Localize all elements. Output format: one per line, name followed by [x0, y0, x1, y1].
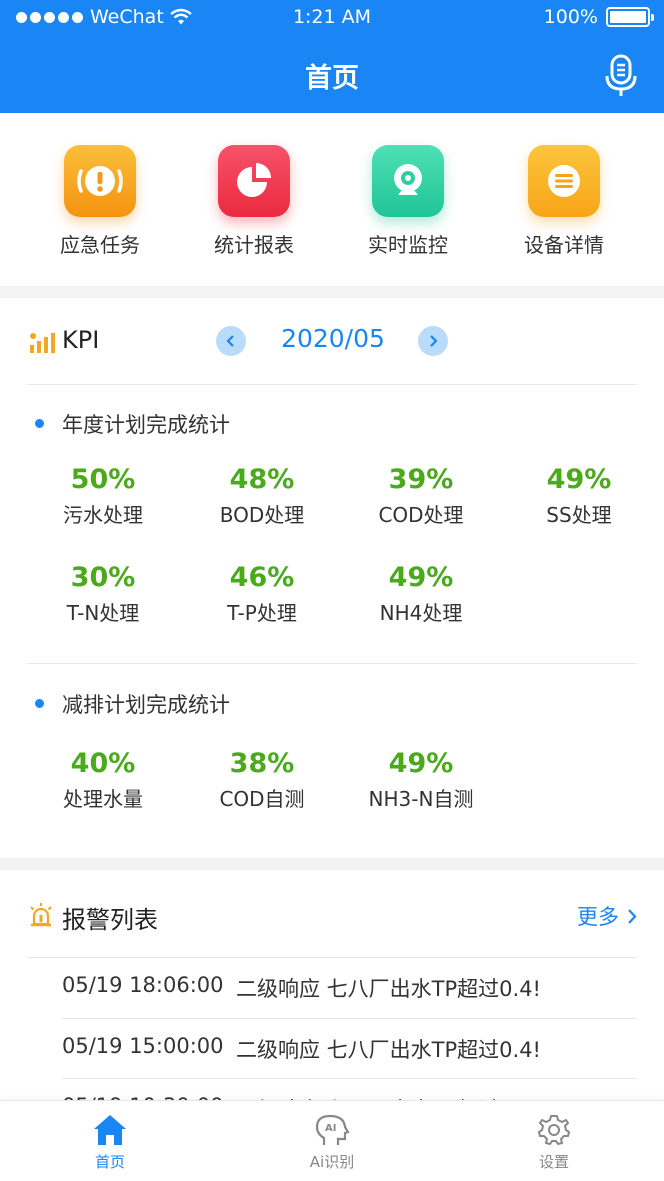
quick-item-realtime-monitor[interactable]: 实时监控	[333, 145, 483, 258]
kpi-stat-value: 49%	[388, 562, 454, 593]
battery-icon	[606, 7, 654, 27]
ai-head-icon: AI	[315, 1114, 350, 1145]
quick-item-emergency-task[interactable]: 应急任务	[25, 145, 175, 258]
microphone-icon[interactable]	[604, 54, 638, 98]
alarm-list-title: 报警列表	[62, 906, 158, 934]
kpi-stat-label: SS处理	[546, 503, 612, 527]
battery-indicator: 100%	[543, 6, 654, 28]
next-month-button[interactable]	[418, 326, 448, 356]
kpi-stat-value: 48%	[229, 464, 295, 495]
tab-bar: 首页 AI Ai识别 设置	[0, 1100, 664, 1181]
kpi-stat-label: T-N处理	[66, 601, 140, 625]
kpi-stat-label: 污水处理	[63, 503, 143, 527]
kpi-stat[interactable]: 40% 处理水量	[23, 748, 183, 812]
kpi-header: KPI 2020/05	[0, 298, 664, 384]
alarm-time: 05/19 18:06:00	[62, 973, 224, 997]
kpi-stat-label: NH3-N自测	[368, 787, 474, 811]
kpi-stat-value: 49%	[388, 748, 454, 779]
kpi-card: KPI 2020/05 年度计划完成统计 50% 污水处理 48% BOD处理 …	[0, 298, 664, 858]
alarm-time: 05/19 15:00:00	[62, 1034, 224, 1058]
tab-home[interactable]: 首页	[50, 1113, 170, 1172]
tab-label: 设置	[538, 1153, 569, 1171]
kpi-stat-value: 49%	[546, 464, 612, 495]
kpi-stat-value: 46%	[229, 562, 295, 593]
kpi-stat-label: BOD处理	[219, 503, 305, 527]
alarm-row[interactable]: 05/19 18:06:00 二级响应 七八厂出水TP超过0.4!	[62, 957, 637, 1017]
chevron-left-icon	[226, 335, 234, 347]
quick-menu: 应急任务 统计报表 实时监控 设备详情	[0, 113, 664, 286]
kpi-stat[interactable]: 46% T-P处理	[182, 562, 342, 626]
kpi-title: KPI	[62, 326, 100, 354]
kpi-stat-value: 40%	[70, 748, 136, 779]
tab-label: Ai识别	[309, 1153, 355, 1171]
tab-settings[interactable]: 设置	[494, 1113, 614, 1172]
selected-month: 2020/05	[281, 324, 385, 353]
kpi-stat-value: 50%	[70, 464, 136, 495]
section-bullet	[35, 699, 44, 708]
gear-icon	[538, 1115, 570, 1145]
divider	[27, 384, 637, 385]
kpi-stat-value: 30%	[70, 562, 136, 593]
kpi-stat[interactable]: 39% COD处理	[341, 464, 501, 528]
kpi-stat-label: 处理水量	[63, 787, 143, 811]
webcam-icon	[372, 145, 444, 217]
previous-month-button[interactable]	[216, 326, 246, 356]
chevron-right-icon	[430, 335, 438, 347]
divider	[27, 663, 637, 664]
page-title: 首页	[305, 63, 359, 94]
alarm-message: 二级响应 七八厂出水TP超过0.4!	[236, 977, 541, 1001]
alarm-message: 二级响应 七八厂出水TP超过0.4!	[236, 1038, 541, 1062]
alarm-card: 报警列表 更多 05/19 18:06:00 二级响应 七八厂出水TP超过0.4…	[0, 870, 664, 1110]
quick-item-label: 实时监控	[368, 233, 448, 257]
kpi-stat[interactable]: 38% COD自测	[182, 748, 342, 812]
kpi-stat-value: 39%	[388, 464, 454, 495]
quick-item-label: 设备详情	[524, 233, 604, 257]
chevron-right-icon	[628, 908, 637, 924]
section-bullet	[35, 419, 44, 428]
kpi-stat[interactable]: 49% SS处理	[499, 464, 659, 528]
kpi-stat-label: COD自测	[219, 787, 305, 811]
kpi-stat-label: COD处理	[378, 503, 464, 527]
alarm-more-label: 更多	[577, 905, 619, 929]
kpi-stat[interactable]: 49% NH3-N自测	[341, 748, 501, 812]
kpi-stat[interactable]: 50% 污水处理	[23, 464, 183, 528]
home-icon	[94, 1115, 126, 1145]
tab-label: 首页	[94, 1153, 125, 1171]
kpi-stat[interactable]: 30% T-N处理	[23, 562, 183, 626]
alarm-row[interactable]: 05/19 15:00:00 二级响应 七八厂出水TP超过0.4!	[62, 1018, 637, 1078]
list-icon	[528, 145, 600, 217]
status-bar: WeChat 1:21 AM 100%	[0, 0, 664, 38]
battery-percent: 100%	[543, 6, 598, 28]
bar-signal-icon	[30, 333, 55, 353]
quick-item-statistics-report[interactable]: 统计报表	[179, 145, 329, 258]
kpi-stat-label: T-P处理	[227, 601, 297, 625]
reduction-section-title: 减排计划完成统计	[62, 693, 230, 717]
kpi-stat-value: 38%	[229, 748, 295, 779]
tab-ai-recognition[interactable]: AI Ai识别	[272, 1113, 392, 1172]
alarm-light-icon	[30, 903, 52, 927]
quick-item-device-detail[interactable]: 设备详情	[489, 145, 639, 258]
top-bar: WeChat 1:21 AM 100% 首页	[0, 0, 664, 113]
quick-item-label: 应急任务	[60, 233, 140, 257]
kpi-stat-label: NH4处理	[379, 601, 463, 625]
svg-text:AI: AI	[325, 1123, 336, 1134]
kpi-stat[interactable]: 49% NH4处理	[341, 562, 501, 626]
alarm-more-link[interactable]: 更多	[577, 901, 638, 931]
pie-chart-icon	[218, 145, 290, 217]
alert-icon	[64, 145, 136, 217]
quick-item-label: 统计报表	[214, 233, 294, 257]
kpi-stat[interactable]: 48% BOD处理	[182, 464, 342, 528]
annual-section-title: 年度计划完成统计	[62, 413, 230, 437]
